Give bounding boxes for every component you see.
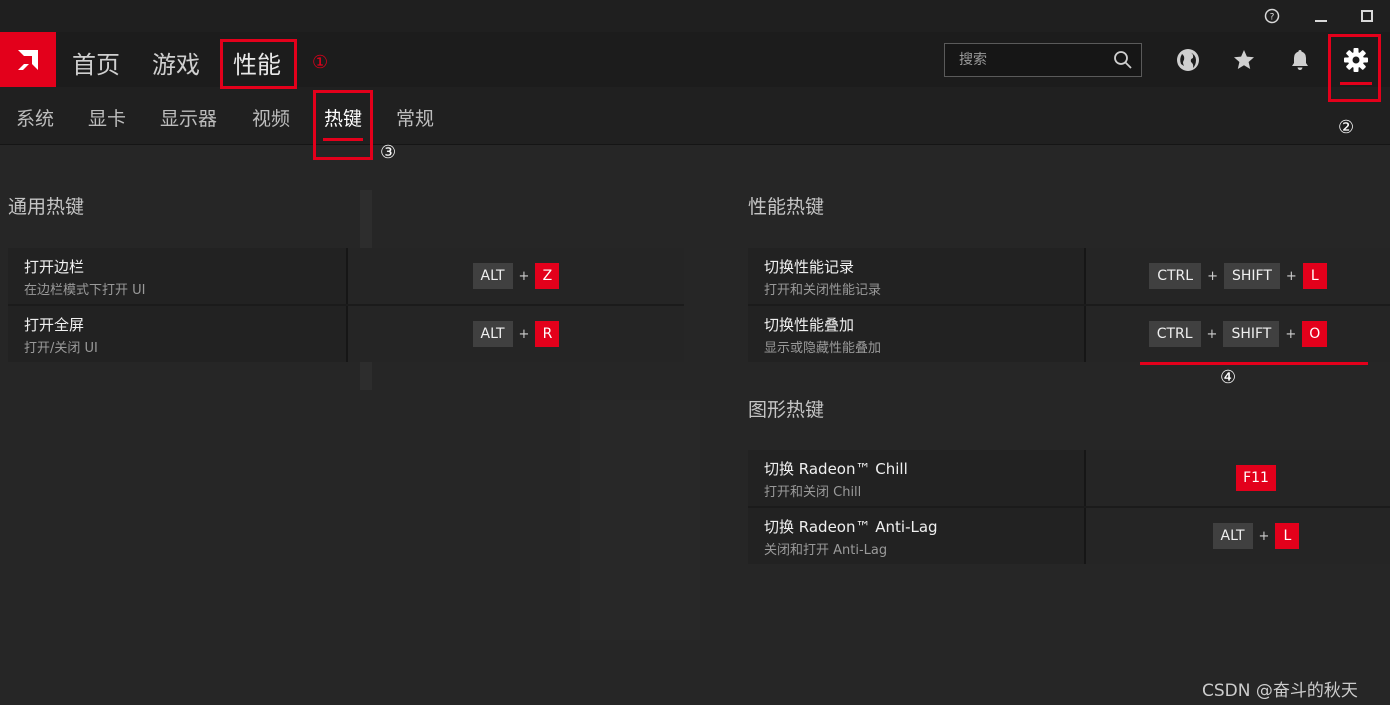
hotkey-label-cell: 打开全屏 打开/关闭 UI xyxy=(8,306,348,362)
hotkey-name: 切换性能记录 xyxy=(764,258,855,276)
hotkey-label-cell: 打开边栏 在边栏模式下打开 UI xyxy=(8,248,348,304)
hotkey-description: 关闭和打开 Anti-Lag xyxy=(764,543,888,558)
hotkey-description: 在边栏模式下打开 UI xyxy=(24,283,146,298)
key-cap-primary: Z xyxy=(535,263,560,289)
hotkey-label-cell: 切换性能叠加 显示或隐藏性能叠加 xyxy=(748,306,1086,362)
hotkey-name: 切换 Radeon™ Anti-Lag xyxy=(764,518,938,536)
hotkey-keys[interactable]: CTRL + SHIFT + O xyxy=(1086,306,1390,362)
key-cap: ALT xyxy=(472,263,513,289)
nav-home[interactable]: 首页 xyxy=(72,45,120,80)
hotkey-row-open-fullscreen[interactable]: 打开全屏 打开/关闭 UI ALT + R xyxy=(8,306,684,362)
watermark: CSDN @奋斗的秋天 xyxy=(1202,681,1358,701)
annotation-number-3: ③ xyxy=(380,142,397,163)
hotkey-row-toggle-chill[interactable]: 切换 Radeon™ Chill 打开和关闭 Chill F11 xyxy=(748,450,1390,506)
search-input[interactable] xyxy=(945,44,1105,76)
title-bar: ? xyxy=(0,0,1390,32)
hotkey-label-cell: 切换性能记录 打开和关闭性能记录 xyxy=(748,248,1086,304)
key-cap-primary: R xyxy=(535,321,560,347)
hotkey-description: 打开和关闭 Chill xyxy=(764,485,862,500)
key-cap-primary: F11 xyxy=(1236,465,1276,491)
amd-logo[interactable] xyxy=(0,32,56,87)
background-ghost-panel xyxy=(580,400,700,640)
performance-hotkeys-panel: 切换性能记录 打开和关闭性能记录 CTRL + SHIFT + L 切换性能叠加… xyxy=(748,248,1390,362)
key-cap: CTRL xyxy=(1148,321,1201,347)
bell-icon[interactable] xyxy=(1286,46,1314,74)
tab-video[interactable]: 视频 xyxy=(252,104,290,131)
tab-general[interactable]: 常规 xyxy=(396,104,434,131)
hotkey-label-cell: 切换 Radeon™ Anti-Lag 关闭和打开 Anti-Lag xyxy=(748,508,1086,564)
key-cap: SHIFT xyxy=(1223,263,1280,289)
tab-graphics[interactable]: 显卡 xyxy=(88,104,126,131)
hotkey-row-toggle-anti-lag[interactable]: 切换 Radeon™ Anti-Lag 关闭和打开 Anti-Lag ALT +… xyxy=(748,508,1390,564)
key-cap: CTRL xyxy=(1149,263,1202,289)
graphics-hotkeys-panel: 切换 Radeon™ Chill 打开和关闭 Chill F11 切换 Rade… xyxy=(748,450,1390,564)
key-cap: ALT xyxy=(472,321,513,347)
hotkey-row-toggle-perf-logging[interactable]: 切换性能记录 打开和关闭性能记录 CTRL + SHIFT + L xyxy=(748,248,1390,304)
key-cap: ALT xyxy=(1212,523,1253,549)
annotation-number-1: ① xyxy=(312,52,329,73)
plus-sign: + xyxy=(1285,326,1297,342)
plus-sign: + xyxy=(1258,528,1270,544)
hotkey-keys[interactable]: CTRL + SHIFT + L xyxy=(1086,248,1390,304)
section-title-performance-hotkeys: 性能热键 xyxy=(748,196,825,218)
annotation-number-4: ④ xyxy=(1220,367,1237,388)
hotkey-name: 打开全屏 xyxy=(24,316,85,334)
hotkey-name: 打开边栏 xyxy=(24,258,85,276)
plus-sign: + xyxy=(1285,268,1297,284)
tab-display[interactable]: 显示器 xyxy=(160,104,217,131)
question-circle-icon[interactable]: ? xyxy=(1262,6,1282,26)
annotation-number-2: ② xyxy=(1338,117,1355,138)
nav-games[interactable]: 游戏 xyxy=(152,45,200,80)
minimize-icon[interactable] xyxy=(1311,6,1331,26)
annotation-box-performance xyxy=(220,39,297,89)
maximize-icon[interactable] xyxy=(1357,6,1377,26)
hotkey-description: 打开/关闭 UI xyxy=(24,341,98,356)
top-navigation: 首页 游戏 性能 xyxy=(0,32,1390,87)
hotkey-row-toggle-perf-overlay[interactable]: 切换性能叠加 显示或隐藏性能叠加 CTRL + SHIFT + O xyxy=(748,306,1390,362)
hotkey-keys[interactable]: ALT + R xyxy=(348,306,684,362)
key-cap: SHIFT xyxy=(1223,321,1280,347)
annotation-box-hotkeys xyxy=(313,90,373,160)
hotkey-label-cell: 切换 Radeon™ Chill 打开和关闭 Chill xyxy=(748,450,1086,506)
hotkey-name: 切换性能叠加 xyxy=(764,316,855,334)
section-title-graphics-hotkeys: 图形热键 xyxy=(748,399,825,421)
search-icon[interactable] xyxy=(1113,50,1133,70)
search-box xyxy=(944,43,1142,77)
plus-sign: + xyxy=(1207,268,1218,284)
key-cap-primary: L xyxy=(1275,523,1300,549)
hotkey-description: 显示或隐藏性能叠加 xyxy=(764,341,882,356)
plus-sign: + xyxy=(1206,326,1218,342)
globe-icon[interactable] xyxy=(1174,46,1202,74)
plus-sign: + xyxy=(518,326,530,342)
tab-system[interactable]: 系统 xyxy=(16,104,54,131)
hotkey-row-open-sidebar[interactable]: 打开边栏 在边栏模式下打开 UI ALT + Z xyxy=(8,248,684,304)
hotkey-keys[interactable]: ALT + Z xyxy=(348,248,684,304)
sub-navigation: 系统 显卡 显示器 视频 热键 常规 xyxy=(0,87,1390,145)
star-icon[interactable] xyxy=(1230,46,1258,74)
general-hotkeys-panel: 打开边栏 在边栏模式下打开 UI ALT + Z 打开全屏 打开/关闭 UI A… xyxy=(8,248,684,362)
hotkey-name: 切换 Radeon™ Chill xyxy=(764,460,908,478)
annotation-box-settings xyxy=(1328,34,1381,102)
svg-text:?: ? xyxy=(1270,13,1275,23)
plus-sign: + xyxy=(518,268,530,284)
key-cap-primary: L xyxy=(1302,263,1327,289)
section-title-general-hotkeys: 通用热键 xyxy=(8,196,85,218)
key-cap-primary: O xyxy=(1302,321,1328,347)
hotkey-description: 打开和关闭性能记录 xyxy=(764,283,882,298)
hotkey-keys[interactable]: F11 xyxy=(1086,450,1390,506)
hotkey-keys[interactable]: ALT + L xyxy=(1086,508,1390,564)
